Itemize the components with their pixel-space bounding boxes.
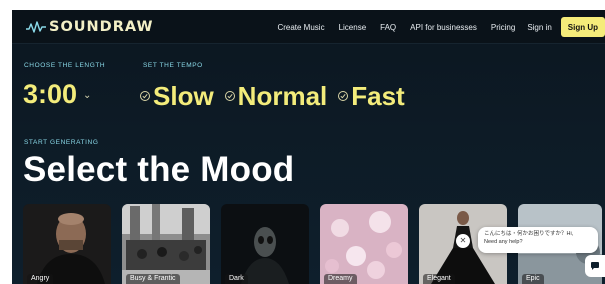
chat-greeting-bubble[interactable]: こんにちは・何かお困りですか？Hi, Need any help?: [478, 227, 598, 253]
chevron-down-icon: ⌄: [83, 90, 92, 101]
nav-license[interactable]: License: [339, 23, 367, 32]
sign-up-button[interactable]: Sign Up: [560, 17, 605, 37]
mood-card-angry[interactable]: Angry: [23, 204, 111, 284]
chat-close-button[interactable]: ✕: [456, 234, 470, 248]
length-select[interactable]: 3:00 ⌄: [23, 79, 91, 110]
mood-card-busy-frantic[interactable]: Busy & Frantic: [122, 204, 210, 284]
length-value: 3:00: [23, 79, 78, 109]
logo-text: SOUNDRAW: [49, 19, 154, 35]
app-window: SOUNDRAW Create Music License FAQ API fo…: [12, 10, 605, 284]
nav-api-for-businesses[interactable]: API for businesses: [410, 23, 477, 32]
mood-card-label: Epic: [522, 274, 544, 284]
waveform-logo-icon: [26, 21, 46, 33]
top-nav-bar: SOUNDRAW Create Music License FAQ API fo…: [12, 10, 605, 44]
generate-section-label: START GENERATING: [24, 139, 99, 146]
mood-card-label: Dreamy: [324, 274, 357, 284]
check-circle-icon: [140, 91, 150, 101]
tempo-section-label: SET THE TEMPO: [143, 62, 203, 69]
nav-pricing[interactable]: Pricing: [491, 23, 515, 32]
tempo-option-normal[interactable]: Normal: [224, 80, 328, 112]
dark-mood-image: [221, 204, 309, 284]
mood-card-dark[interactable]: Dark: [221, 204, 309, 284]
tempo-option-label: Fast: [351, 80, 405, 111]
mood-card-label: Angry: [27, 274, 54, 284]
chat-greeting-line: Need any help?: [484, 239, 523, 245]
tempo-options: Slow Normal Fast: [140, 81, 416, 111]
chat-greeting-line: こんにちは・何かお困りですか？Hi,: [484, 231, 574, 237]
mood-card-dreamy[interactable]: Dreamy: [320, 204, 408, 284]
dreamy-mood-image: [320, 204, 408, 284]
mood-card-label: Dark: [225, 274, 248, 284]
nav-sign-in[interactable]: Sign in: [527, 23, 551, 32]
mood-card-label: Busy & Frantic: [126, 274, 180, 284]
check-circle-icon: [224, 91, 235, 101]
tempo-option-fast[interactable]: Fast: [338, 80, 405, 112]
busy-frantic-mood-image: [122, 204, 210, 284]
nav-faq[interactable]: FAQ: [380, 23, 396, 32]
page-title: Select the Mood: [23, 150, 295, 189]
angry-mood-image: [23, 204, 111, 284]
length-section-label: CHOOSE THE LENGTH: [24, 62, 106, 69]
logo[interactable]: SOUNDRAW: [25, 18, 153, 36]
mood-card-label: Elegant: [423, 274, 455, 284]
chat-icon: [591, 262, 599, 270]
tempo-option-label: Slow: [153, 80, 214, 111]
chat-launcher-button[interactable]: [585, 255, 605, 277]
tempo-option-slow[interactable]: Slow: [140, 81, 214, 112]
tempo-option-label: Normal: [237, 80, 328, 111]
check-circle-icon: [338, 91, 349, 101]
nav-create-music[interactable]: Create Music: [277, 23, 324, 32]
main-nav: Create Music License FAQ API for busines…: [277, 10, 605, 44]
close-icon: ✕: [459, 236, 467, 245]
